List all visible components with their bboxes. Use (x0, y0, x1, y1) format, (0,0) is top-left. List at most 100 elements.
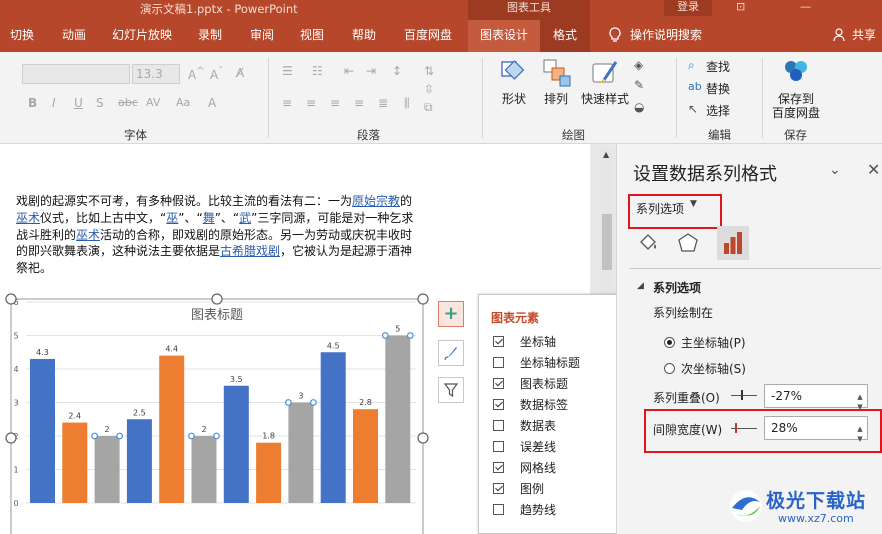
hyperlink[interactable]: 原始宗教 (352, 194, 400, 208)
font-size-box[interactable]: 13.3 (132, 64, 180, 84)
tab-review[interactable]: 审阅 (244, 20, 280, 52)
arrange-button[interactable]: 排列 (538, 92, 574, 106)
shape-outline-icon[interactable]: ✎ (634, 78, 644, 92)
chart-bar[interactable] (353, 409, 378, 503)
collapse-section-icon[interactable]: ◢ (637, 281, 644, 291)
share-button[interactable]: 共享 (848, 20, 880, 52)
select-button[interactable]: 选择 (706, 102, 730, 119)
chart-bar[interactable] (191, 436, 217, 503)
chart-bar[interactable] (223, 385, 249, 503)
tab-baidu-netdisk[interactable]: 百度网盘 (396, 20, 460, 52)
chart-bar[interactable] (256, 442, 282, 503)
checkbox[interactable] (493, 398, 504, 410)
scroll-up-icon[interactable]: ▲ (603, 150, 609, 159)
series-options-dropdown[interactable]: 系列选项 (636, 200, 684, 217)
tab-chart-design[interactable]: 图表设计 (468, 20, 540, 52)
tab-record[interactable]: 录制 (192, 20, 228, 52)
tab-animations[interactable]: 动画 (56, 20, 92, 52)
quick-styles-icon[interactable] (590, 58, 620, 91)
hyperlink[interactable]: 巫术 (76, 228, 100, 242)
chart-bar[interactable] (320, 352, 346, 503)
distributed-icon[interactable]: ≣ (378, 96, 388, 110)
effects-icon[interactable] (677, 232, 699, 257)
ribbon-display-icon[interactable]: ⊡ (736, 0, 745, 13)
spin-down-icon[interactable]: ▼ (855, 428, 865, 450)
checkbox[interactable] (493, 356, 504, 368)
chart-bar[interactable] (126, 419, 152, 503)
replace-button[interactable]: 替换 (706, 80, 730, 97)
checkbox[interactable] (493, 335, 504, 347)
slide-body-text[interactable]: 戏剧的起源实不可考，有多种假说。比较主流的看法有二：一为原始宗教的巫术仪式，比如… (16, 193, 416, 277)
gap-width-spinner[interactable]: 28% ▲ ▼ (764, 416, 868, 443)
shrink-font-icon[interactable]: Aˇ (210, 66, 223, 82)
fill-line-icon[interactable] (637, 232, 661, 257)
font-name-box[interactable] (22, 64, 130, 84)
columns-icon[interactable]: ⫼ (404, 96, 410, 111)
hyperlink[interactable]: 武 (239, 211, 251, 225)
overlap-slider[interactable] (731, 395, 757, 396)
shape-fill-icon[interactable]: ◈ (634, 58, 643, 72)
overlap-spinner[interactable]: -27% ▲ ▼ (764, 384, 868, 411)
shapes-icon[interactable] (500, 58, 530, 91)
shape-effects-icon[interactable]: ◒ (634, 100, 644, 114)
align-center-icon[interactable]: ≡ (306, 96, 316, 110)
chart-element-option[interactable]: 图表标题 (493, 373, 568, 393)
scroll-thumb[interactable] (602, 214, 612, 270)
save-to-baidu-line2[interactable]: 百度网盘 (768, 106, 824, 120)
chart-elements-button[interactable]: + (438, 301, 464, 327)
numbering-icon[interactable]: ☷ (312, 64, 323, 78)
change-case-icon[interactable]: Aa (176, 96, 190, 109)
replace-icon[interactable]: ab (688, 80, 702, 93)
chart-bar[interactable] (288, 402, 314, 504)
login-button[interactable]: 登录 (664, 0, 712, 16)
find-button[interactable]: 查找 (706, 58, 730, 75)
hyperlink[interactable]: 舞 (203, 211, 215, 225)
primary-axis-radio[interactable] (664, 337, 675, 348)
share-user-icon[interactable] (832, 20, 846, 52)
chart-element-option[interactable]: 坐标轴标题 (493, 352, 580, 372)
chart-styles-button[interactable] (438, 340, 464, 366)
checkbox[interactable] (493, 482, 504, 494)
checkbox[interactable] (493, 461, 504, 473)
chart-element-option[interactable]: 误差线 (493, 436, 556, 456)
justify-icon[interactable]: ≡ (354, 96, 364, 110)
shadow-icon[interactable]: S (96, 96, 104, 110)
close-pane-icon[interactable]: ✕ (867, 160, 880, 179)
underline-icon[interactable]: U (74, 96, 83, 110)
bullets-icon[interactable]: ☰ (282, 64, 293, 78)
tab-transitions[interactable]: 切换 (4, 20, 40, 52)
char-spacing-icon[interactable]: AV (146, 96, 160, 109)
chart-bar[interactable] (30, 358, 55, 503)
tab-slideshow[interactable]: 幻灯片放映 (106, 20, 178, 52)
chart-element-option[interactable]: 坐标轴 (493, 331, 556, 351)
chart-element-option[interactable]: 图例 (493, 478, 544, 498)
align-text-icon[interactable]: ⇳ (424, 82, 434, 96)
hyperlink[interactable]: 巫 (166, 211, 178, 225)
italic-icon[interactable]: I (52, 96, 56, 110)
checkbox[interactable] (493, 419, 504, 431)
chart-bar[interactable] (94, 436, 120, 503)
increase-indent-icon[interactable]: ⇥ (366, 64, 376, 78)
shapes-button[interactable]: 形状 (496, 92, 532, 106)
bold-icon[interactable]: B (28, 96, 37, 110)
align-left-icon[interactable]: ≡ (282, 96, 292, 110)
align-right-icon[interactable]: ≡ (330, 96, 340, 110)
chart-bar[interactable] (159, 355, 185, 503)
font-color-icon[interactable]: A (208, 96, 216, 110)
chart-element-option[interactable]: 趋势线 (493, 499, 556, 519)
secondary-axis-radio[interactable] (664, 363, 675, 374)
baidu-netdisk-icon[interactable] (782, 58, 810, 87)
chart-element-option[interactable]: 数据表 (493, 415, 556, 435)
overlap-slider-thumb[interactable] (741, 390, 743, 400)
find-icon[interactable]: ⌕ (688, 58, 695, 73)
series-options-tab-icon[interactable] (717, 226, 749, 260)
chart-bar[interactable] (385, 335, 411, 504)
checkbox[interactable] (493, 503, 504, 515)
chart-element-option[interactable]: 数据标签 (493, 394, 568, 414)
primary-axis-label[interactable]: 主坐标轴(P) (681, 334, 746, 351)
dropdown-arrow-icon[interactable]: ▼ (690, 199, 697, 209)
tell-me-search[interactable]: 操作说明搜索 (630, 20, 710, 52)
chart-title[interactable]: 图表标题 (191, 308, 243, 323)
chart-element-option[interactable]: 网格线 (493, 457, 556, 477)
secondary-axis-label[interactable]: 次坐标轴(S) (681, 360, 746, 377)
